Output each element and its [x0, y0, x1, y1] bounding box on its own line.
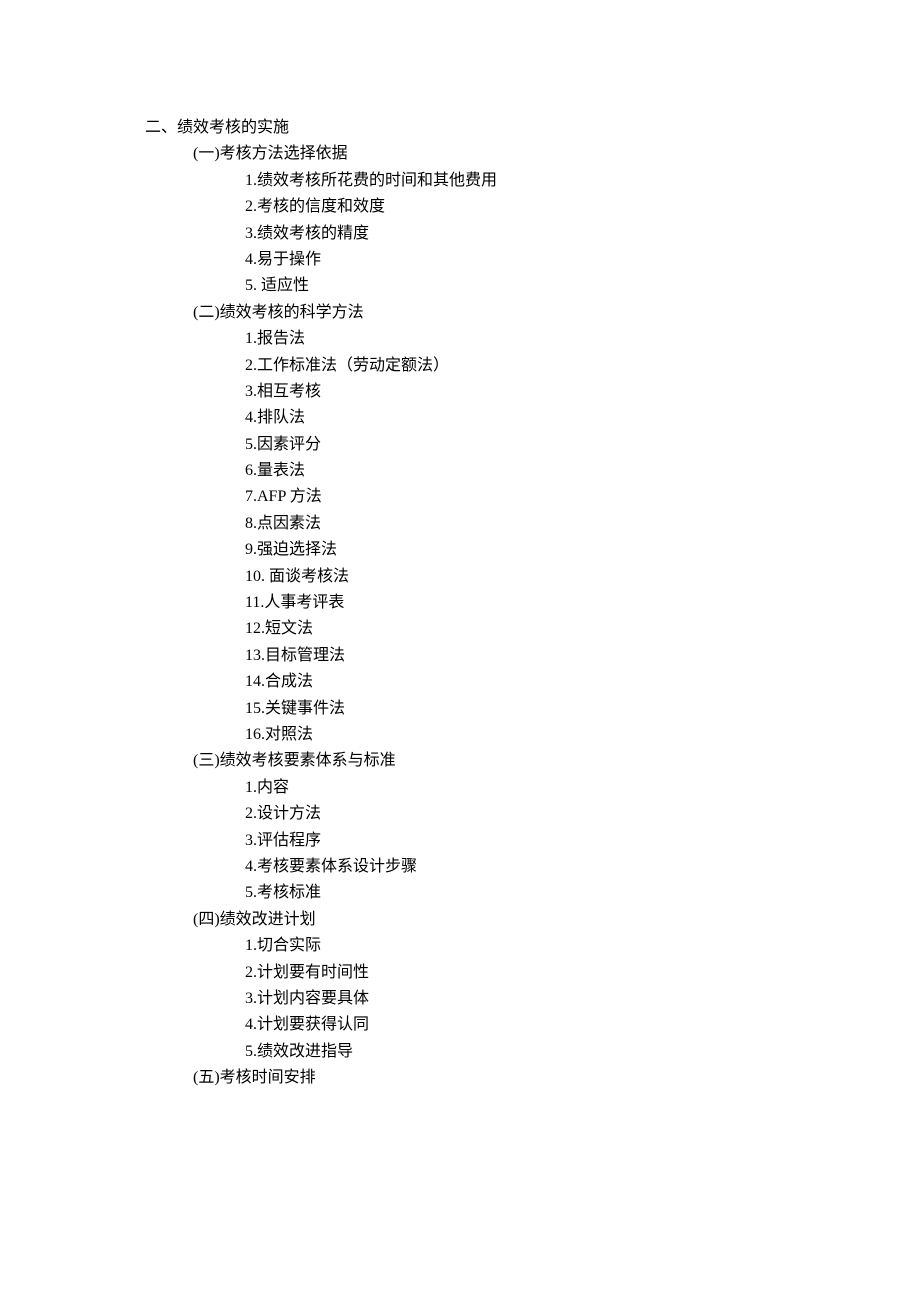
list-item: 6.量表法	[245, 458, 920, 484]
list-item: 4.计划要获得认同	[245, 1012, 920, 1038]
list-item: 2.设计方法	[245, 801, 920, 827]
list-item: 5. 适应性	[245, 273, 920, 299]
list-item: 7.AFP 方法	[245, 484, 920, 510]
list-item: 13.目标管理法	[245, 643, 920, 669]
list-item: 4.排队法	[245, 405, 920, 431]
list-item: 1.切合实际	[245, 933, 920, 959]
list-item: 12.短文法	[245, 616, 920, 642]
list-item: 5.因素评分	[245, 432, 920, 458]
list-item: 3.评估程序	[245, 828, 920, 854]
list-item: 5.绩效改进指导	[245, 1039, 920, 1065]
section-title-3: (三)绩效考核要素体系与标准	[193, 748, 920, 774]
list-item: 1.内容	[245, 775, 920, 801]
list-item: 2.工作标准法（劳动定额法）	[245, 353, 920, 379]
list-item: 15.关键事件法	[245, 696, 920, 722]
section-title-5: (五)考核时间安排	[193, 1065, 920, 1091]
list-item: 1.绩效考核所花费的时间和其他费用	[245, 168, 920, 194]
list-item: 4.易于操作	[245, 247, 920, 273]
list-item: 3.相互考核	[245, 379, 920, 405]
list-item: 2.计划要有时间性	[245, 960, 920, 986]
list-item: 16.对照法	[245, 722, 920, 748]
list-item: 14.合成法	[245, 669, 920, 695]
section-title-4: (四)绩效改进计划	[193, 907, 920, 933]
list-item: 5.考核标准	[245, 880, 920, 906]
list-item: 9.强迫选择法	[245, 537, 920, 563]
list-item: 11.人事考评表	[245, 590, 920, 616]
list-item: 1.报告法	[245, 326, 920, 352]
section-title-1: (一)考核方法选择依据	[193, 141, 920, 167]
section-title-2: (二)绩效考核的科学方法	[193, 300, 920, 326]
list-item: 8.点因素法	[245, 511, 920, 537]
main-heading: 二、绩效考核的实施	[145, 115, 920, 141]
list-item: 2.考核的信度和效度	[245, 194, 920, 220]
list-item: 3.绩效考核的精度	[245, 221, 920, 247]
list-item: 10. 面谈考核法	[245, 564, 920, 590]
list-item: 4.考核要素体系设计步骤	[245, 854, 920, 880]
list-item: 3.计划内容要具体	[245, 986, 920, 1012]
